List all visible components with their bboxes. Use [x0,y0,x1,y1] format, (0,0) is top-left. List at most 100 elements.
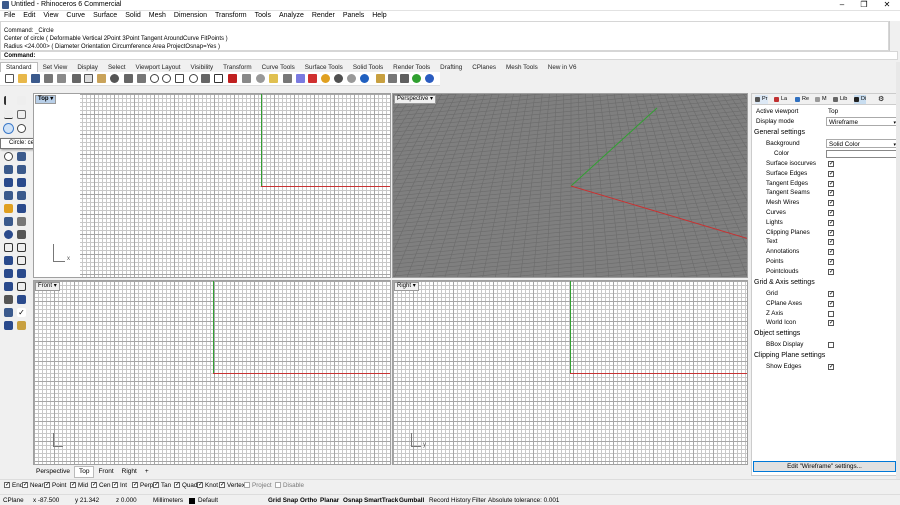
block-icon[interactable] [4,308,13,317]
menu-solid[interactable]: Solid [121,11,145,21]
checkbox-annotations[interactable]: ✓ [828,249,834,256]
viewport-label-top[interactable]: Top ▾ [35,95,57,104]
current-layer[interactable]: Default [198,497,218,505]
panel-tab-render[interactable]: Re [795,95,809,104]
zoom-icon[interactable] [150,74,159,83]
command-prompt[interactable]: Command: [0,51,898,60]
grasshopper-icon[interactable] [388,74,397,83]
paste-icon[interactable] [97,74,106,83]
fillet-icon[interactable] [4,217,13,226]
checkbox-mesh-wires[interactable]: ✓ [828,200,834,207]
show-icon[interactable] [269,74,278,83]
panel-tab-libraries[interactable]: Lib [833,95,847,104]
checkbox-tangent-seams[interactable]: ✓ [828,190,834,197]
menu-tools[interactable]: Tools [251,11,275,21]
paint-icon[interactable] [17,321,26,330]
osnap-int[interactable]: ✓ Int [112,482,127,489]
osnap-checkbox[interactable] [275,482,281,488]
osnap-perp[interactable]: ✓ Perp [132,482,153,489]
checkbox-clipping-planes[interactable]: ✓ [828,229,834,236]
copy-icon[interactable] [84,74,93,83]
checkbox-points[interactable]: ✓ [828,259,834,265]
open-icon[interactable] [18,74,27,83]
panel-menu-icon[interactable]: ⚙ [878,95,884,103]
vp-tab-right[interactable]: Right [118,467,141,477]
panel-tab-materials[interactable]: M [815,95,827,104]
background-select[interactable]: Solid Color ▾ [826,139,898,148]
osnap-checkbox[interactable]: ✓ [132,482,138,488]
split-icon[interactable] [4,230,13,239]
minimize-icon[interactable]: – [831,0,853,11]
osnap-checkbox[interactable]: ✓ [112,482,118,488]
menu-analyze[interactable]: Analyze [275,11,308,21]
join-icon[interactable] [17,230,26,239]
point-icon[interactable] [256,74,265,83]
zoom-window-icon[interactable] [162,74,171,83]
checkbox-pointclouds[interactable]: ✓ [828,268,834,275]
rotate-view-icon[interactable] [137,74,146,83]
menu-help[interactable]: Help [368,11,390,21]
menu-curve[interactable]: Curve [62,11,89,21]
checkbox-curves[interactable]: ✓ [828,210,834,216]
select-icon[interactable] [242,74,251,83]
help-icon[interactable] [425,74,434,83]
check-icon[interactable] [412,74,421,83]
undo-icon[interactable] [110,74,119,83]
viewport-label-front[interactable]: Front ▾ [35,282,60,291]
sphere-icon[interactable] [17,178,26,187]
osnap-point[interactable]: ✓ Point [44,482,66,489]
new-icon[interactable] [5,74,14,83]
undo-view-icon[interactable] [201,74,210,83]
background-color-swatch[interactable] [826,150,898,158]
osnap-checkbox[interactable]: ✓ [22,482,28,488]
osnap-checkbox[interactable]: ✓ [4,482,10,488]
smarttrack-toggle[interactable]: SmartTrack [364,497,398,505]
mirror-icon[interactable] [17,269,26,278]
osnap-checkbox[interactable]: ✓ [91,482,97,488]
four-viewports-icon[interactable] [214,74,223,83]
vp-tab-top[interactable]: Top [73,466,95,478]
mesh-icon[interactable] [4,204,13,213]
menu-dimension[interactable]: Dimension [170,11,211,21]
cplane-icon[interactable] [228,74,237,83]
menu-surface[interactable]: Surface [89,11,121,21]
extrude-icon[interactable] [4,191,13,200]
properties-icon[interactable] [308,74,317,83]
lock-icon[interactable] [283,74,292,83]
checkbox-surface-edges[interactable]: ✓ [828,170,834,177]
checkbox-surface-isocurves[interactable]: ✓ [828,161,834,167]
checkmark-icon[interactable]: ✓ [17,308,26,317]
scale-icon[interactable] [4,282,13,291]
tab-cplanes[interactable]: CPlanes [467,63,501,73]
rotate-icon[interactable] [17,282,26,291]
render-tool-icon[interactable] [4,321,13,330]
boolean-icon[interactable] [17,204,26,213]
checkbox-text[interactable]: ✓ [828,239,834,246]
rectangle-icon[interactable] [17,152,26,161]
grid-tool-icon[interactable] [4,295,13,304]
right-edge-scrollbar[interactable] [896,62,900,479]
zoom-extents-icon[interactable] [175,74,184,83]
planar-toggle[interactable]: Planar [320,497,339,505]
checkbox-bbox-display[interactable] [828,342,834,348]
edit-display-mode-button[interactable]: Edit "Wireframe" settings... [753,461,896,472]
circle-tool-icon[interactable] [3,123,14,134]
checkbox-world-icon[interactable]: ✓ [828,320,834,327]
checkbox-lights[interactable]: ✓ [828,219,834,226]
osnap-end[interactable]: ✓ End [4,482,23,489]
ortho-toggle[interactable]: Ortho [300,497,317,505]
trim-icon[interactable] [17,217,26,226]
tab-mesh-tools[interactable]: Mesh Tools [501,63,543,73]
vp-tab-perspective[interactable]: Perspective [32,467,74,477]
osnap-vertex[interactable]: ✓ Vertex [219,482,245,489]
panel-tab-display[interactable]: Di [854,95,867,104]
menu-file[interactable]: File [0,11,19,21]
osnap-disable[interactable]: Disable [275,482,304,489]
osnap-near[interactable]: ✓ Near [22,482,44,489]
grid-snap-toggle[interactable]: Grid Snap [268,497,298,505]
gumball-toggle[interactable]: Gumball [399,497,424,505]
select-arrow-icon[interactable] [4,96,13,105]
viewport-right[interactable]: Right ▾ y [392,280,748,465]
surface-icon[interactable] [4,165,13,174]
move-icon[interactable] [4,243,13,252]
